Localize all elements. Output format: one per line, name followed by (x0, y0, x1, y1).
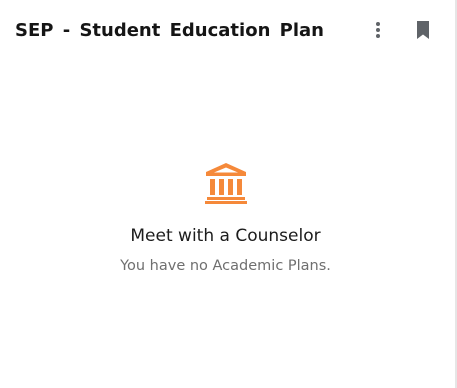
empty-state-subtitle: You have no Academic Plans. (120, 258, 331, 274)
bank-icon (205, 163, 247, 204)
sep-card: SEP - Student Education Plan Meet with a… (0, 0, 457, 388)
empty-state-title: Meet with a Counselor (130, 226, 321, 246)
empty-state: Meet with a Counselor You have no Academ… (0, 0, 455, 388)
